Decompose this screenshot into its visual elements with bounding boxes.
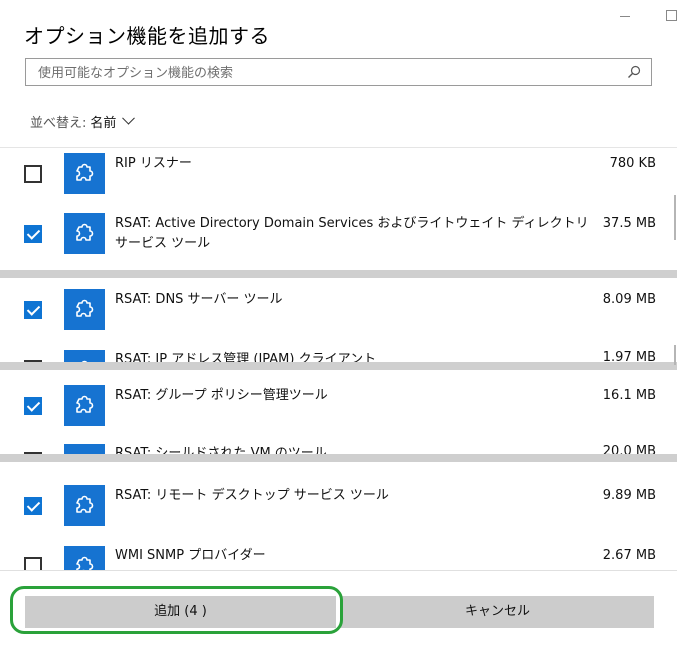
list-item[interactable]: RSAT: IP アドレス管理 (IPAM) クライアント 1.97 MB (0, 338, 670, 362)
feature-size: 8.09 MB (602, 292, 656, 307)
feature-list[interactable]: RIP リスナー 780 KB RSAT: Active Directory D… (0, 147, 677, 570)
puzzle-icon (64, 444, 105, 454)
list-item[interactable]: WMI SNMP プロバイダー 2.67 MB (0, 530, 670, 570)
list-item[interactable]: RSAT: グループ ポリシー管理ツール 16.1 MB (0, 370, 670, 430)
feature-name: RSAT: リモート デスクトップ サービス ツール (115, 488, 389, 503)
feature-size: 2.67 MB (602, 548, 656, 563)
sort-value: 名前 (90, 116, 117, 131)
feature-name: RSAT: DNS サーバー ツール (115, 292, 283, 307)
list-item[interactable]: RIP リスナー 780 KB (0, 147, 670, 207)
puzzle-icon (64, 546, 105, 570)
feature-name: RSAT: シールドされた VM のツール (115, 446, 327, 454)
feature-name: WMI SNMP プロバイダー (115, 548, 266, 563)
minimize-icon[interactable] (619, 8, 633, 22)
search-icon[interactable] (627, 65, 641, 79)
puzzle-icon (64, 213, 105, 254)
feature-name: RIP リスナー (115, 156, 192, 171)
sort-label: 並べ替え: (30, 116, 87, 131)
feature-size: 16.1 MB (602, 388, 656, 403)
list-item[interactable]: RSAT: DNS サーバー ツール 8.09 MB (0, 278, 670, 338)
feature-size: 1.97 MB (602, 350, 656, 362)
puzzle-icon (64, 350, 105, 362)
maximize-icon[interactable] (665, 8, 677, 22)
list-item[interactable]: RSAT: Active Directory Domain Services お… (0, 207, 670, 269)
puzzle-icon (64, 485, 105, 526)
checkbox-checked[interactable] (24, 301, 42, 319)
feature-name: RSAT: IP アドレス管理 (IPAM) クライアント (115, 352, 377, 362)
puzzle-icon (64, 385, 105, 426)
feature-name: RSAT: グループ ポリシー管理ツール (115, 388, 328, 403)
scrollbar[interactable] (674, 345, 676, 365)
chevron-down-icon (122, 111, 136, 125)
divider (0, 454, 677, 462)
dialog-title: オプション機能を追加する (24, 24, 270, 48)
feature-size: 9.89 MB (602, 488, 656, 503)
scrollbar[interactable] (674, 195, 676, 240)
feature-name: RSAT: Active Directory Domain Services お… (115, 216, 589, 251)
sort-dropdown[interactable]: 並べ替え: 名前 (30, 111, 136, 131)
search-input[interactable] (36, 62, 620, 84)
list-item[interactable]: RSAT: シールドされた VM のツール 20.0 MB (0, 430, 670, 454)
search-box[interactable] (25, 58, 652, 86)
checkbox-checked[interactable] (24, 397, 42, 415)
checkbox-checked[interactable] (24, 497, 42, 515)
feature-size: 780 KB (609, 156, 656, 171)
checkbox[interactable] (24, 165, 42, 183)
puzzle-icon (64, 153, 105, 194)
feature-size: 20.0 MB (602, 444, 656, 454)
puzzle-icon (64, 289, 105, 330)
list-item[interactable]: RSAT: リモート デスクトップ サービス ツール 9.89 MB (0, 462, 670, 526)
dialog-footer: 追加 (4 ) キャンセル (0, 570, 677, 647)
add-button[interactable]: 追加 (4 ) (25, 596, 336, 628)
checkbox[interactable] (24, 557, 42, 570)
divider (0, 362, 677, 370)
divider (0, 270, 677, 278)
feature-size: 37.5 MB (602, 216, 656, 231)
cancel-button[interactable]: キャンセル (341, 596, 654, 628)
add-optional-feature-dialog: オプション機能を追加する 並べ替え:名前 RIP リスナー 780 KB RSA… (0, 0, 677, 647)
checkbox-checked[interactable] (24, 225, 42, 243)
